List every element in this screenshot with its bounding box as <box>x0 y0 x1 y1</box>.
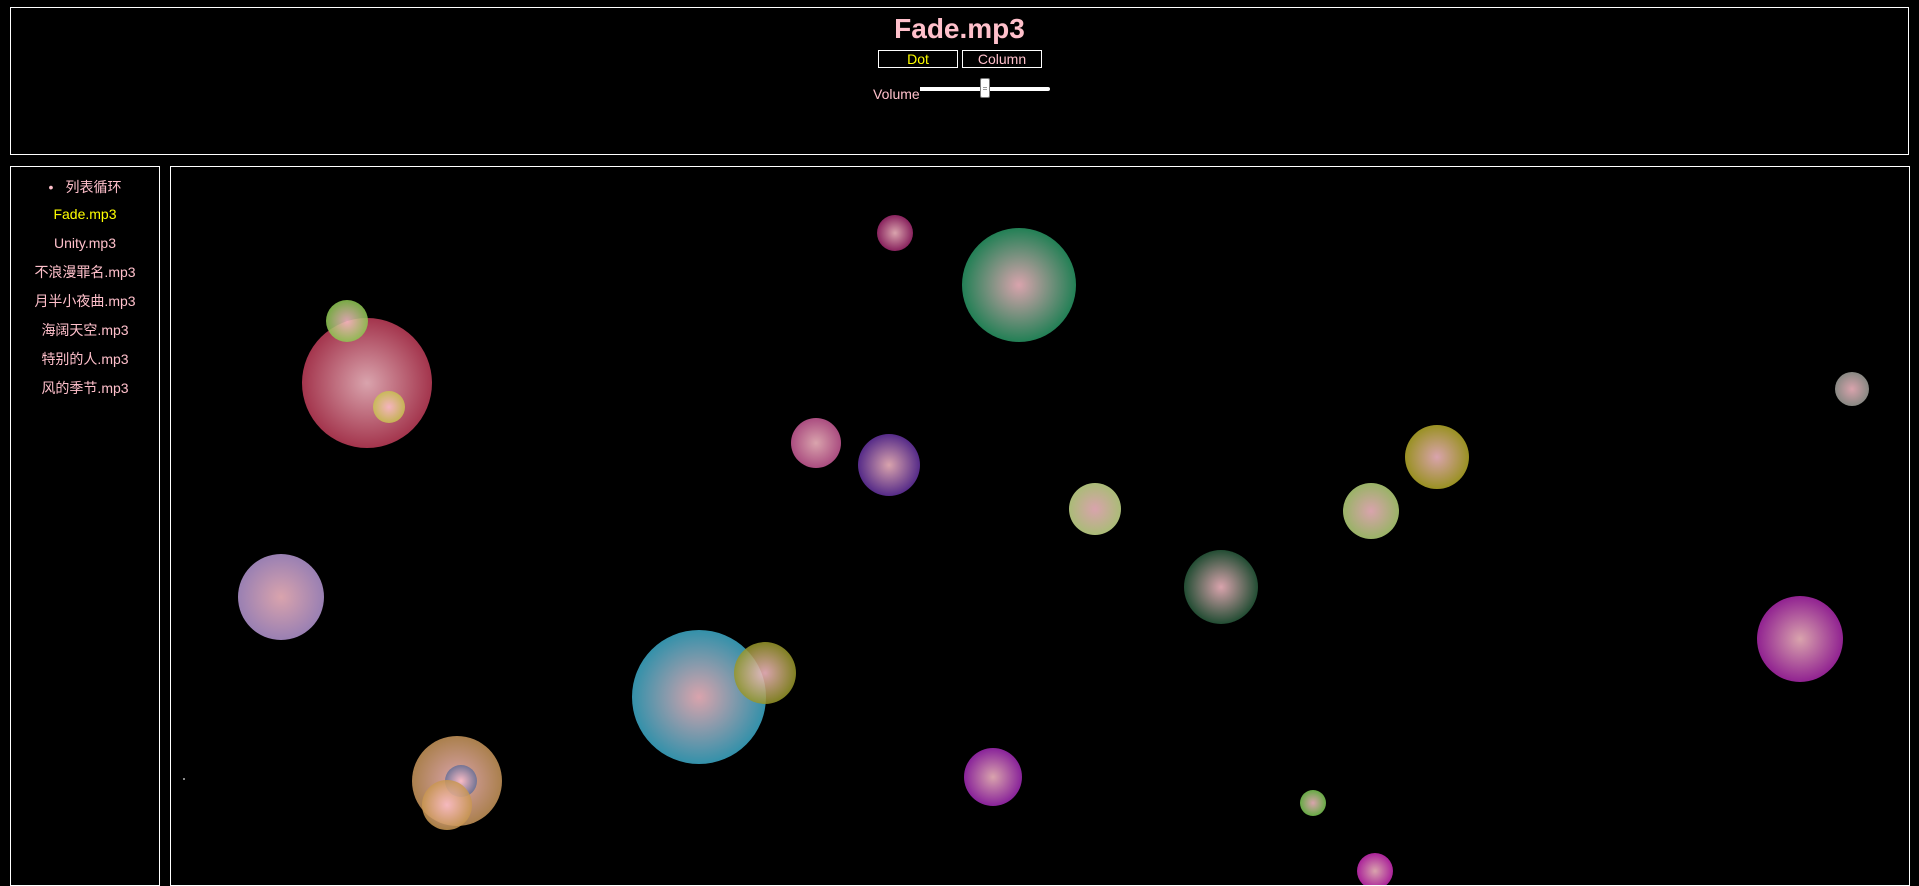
playlist-sidebar: 列表循环 Fade.mp3 Unity.mp3 不浪漫罪名.mp3 月半小夜曲.… <box>10 166 160 886</box>
playlist: 列表循环 Fade.mp3 Unity.mp3 不浪漫罪名.mp3 月半小夜曲.… <box>11 179 159 409</box>
visualizer-dot <box>964 748 1022 806</box>
visualizer-dot <box>1300 790 1326 816</box>
visualizer-dot <box>1757 596 1843 682</box>
dot-mode-button[interactable]: Dot <box>878 50 958 68</box>
visualizer-speck <box>183 778 185 780</box>
visualizer-dot <box>1184 550 1258 624</box>
visualizer-dot <box>422 780 472 830</box>
visualizer-svg <box>238 215 1869 885</box>
playlist-item-fade[interactable]: Fade.mp3 <box>11 206 159 235</box>
visualizer-dot <box>326 300 368 342</box>
playlist-item-haikuo-tiankong[interactable]: 海阔天空.mp3 <box>11 322 159 351</box>
visualizer-dot <box>734 642 796 704</box>
visualizer-dot <box>1357 853 1393 885</box>
visualizer-dot <box>238 554 324 640</box>
volume-slider-fill <box>920 87 985 91</box>
visualizer-dot <box>1835 372 1869 406</box>
visualizer-dot <box>373 391 405 423</box>
playlist-item-unity[interactable]: Unity.mp3 <box>11 235 159 264</box>
playlist-item-bulangman-zuiming[interactable]: 不浪漫罪名.mp3 <box>11 264 159 293</box>
visualizer-dot <box>1069 483 1121 535</box>
song-title: Fade.mp3 <box>894 13 1025 44</box>
loop-mode-label: 列表循环 <box>11 179 159 206</box>
visualizer-dot <box>791 418 841 468</box>
player-header: Fade.mp3 Dot Column Volume <box>10 7 1909 155</box>
visualizer-dot <box>962 228 1076 342</box>
visualizer-dot <box>1405 425 1469 489</box>
playlist-item-yueban-xiaoyequ[interactable]: 月半小夜曲.mp3 <box>11 293 159 322</box>
playlist-item-tebie-de-ren[interactable]: 特别的人.mp3 <box>11 351 159 380</box>
visualizer-dot <box>877 215 913 251</box>
volume-slider-thumb[interactable] <box>980 78 990 98</box>
playlist-item-feng-de-jijie[interactable]: 风的季节.mp3 <box>11 380 159 409</box>
volume-slider[interactable] <box>920 78 1050 98</box>
visualizer-canvas <box>170 166 1910 886</box>
visualizer-dot <box>858 434 920 496</box>
visualizer-dot <box>1343 483 1399 539</box>
column-mode-button[interactable]: Column <box>962 50 1042 68</box>
visualizer-dot <box>302 318 432 448</box>
volume-label: Volume <box>873 86 920 102</box>
